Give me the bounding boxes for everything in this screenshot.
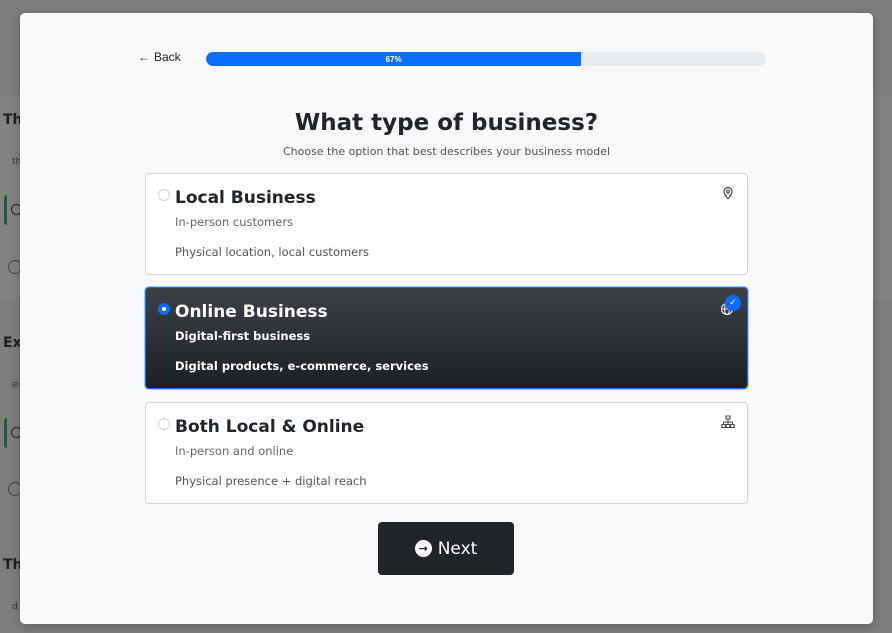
- background-check: [4, 195, 22, 225]
- option-title: Both Local & Online: [175, 417, 365, 437]
- radio-local-business[interactable]: [158, 189, 170, 201]
- business-type-modal: ← Back 67% What type of business? Choose…: [20, 13, 873, 624]
- option-subtitle: In-person and online: [175, 444, 294, 458]
- option-local-business[interactable]: Local Business In-person customers Physi…: [145, 173, 748, 275]
- progress-fill: 67%: [206, 52, 582, 66]
- radio-online-business[interactable]: [158, 303, 170, 315]
- progress-bar: 67%: [206, 52, 766, 66]
- background-text: d: [12, 602, 18, 612]
- option-title: Online Business: [175, 302, 328, 322]
- option-subtitle: In-person customers: [175, 215, 294, 229]
- option-subtitle: Digital-first business: [175, 329, 311, 343]
- option-description: Digital products, e-commerce, services: [175, 359, 429, 373]
- option-description: Physical location, local customers: [175, 245, 369, 259]
- next-button[interactable]: → Next: [378, 522, 514, 575]
- radio-both-local-online[interactable]: [158, 418, 170, 430]
- progress-label: 67%: [385, 54, 402, 64]
- option-title: Local Business: [175, 188, 316, 208]
- next-label: Next: [437, 538, 478, 559]
- page-subtitle: Choose the option that best describes yo…: [282, 145, 611, 158]
- option-online-business[interactable]: Online Business Digital-first business D…: [145, 287, 748, 389]
- back-button[interactable]: ← Back: [138, 50, 181, 64]
- selected-check-icon: ✓: [725, 295, 741, 311]
- page-title: What type of business?: [294, 110, 599, 136]
- arrow-left-icon: ←: [138, 50, 150, 64]
- network-icon: [721, 415, 735, 428]
- background-heading: Ex: [3, 335, 22, 351]
- option-description: Physical presence + digital reach: [175, 474, 367, 488]
- arrow-right-circle-icon: →: [414, 540, 432, 557]
- option-both-local-online[interactable]: Both Local & Online In-person and online…: [145, 402, 748, 504]
- background-check: [4, 418, 22, 448]
- map-pin-icon: [723, 186, 733, 200]
- back-label: Back: [154, 50, 181, 64]
